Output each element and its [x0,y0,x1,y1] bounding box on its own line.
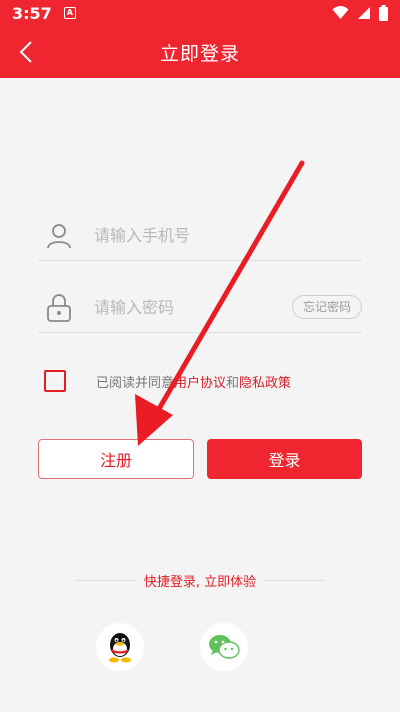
notification-icon: A [63,7,76,19]
divider-line-right [264,579,325,581]
forgot-password-button[interactable]: 忘记密码 [291,295,362,319]
back-button[interactable] [12,38,40,66]
agreement-text: 已阅读并同意用户协议和隐私政策 [96,372,291,391]
status-time: 3:57 [12,3,52,23]
lock-icon [40,289,78,327]
signal-icon [358,7,370,19]
agreement-prefix: 已阅读并同意 [96,375,175,391]
wifi-icon [332,6,349,19]
privacy-policy-link[interactable]: 隐私政策 [239,376,291,391]
wechat-login-button[interactable] [200,623,248,671]
user-icon [40,217,78,255]
agreement-checkbox[interactable] [44,370,66,392]
register-button[interactable]: 注册 [38,439,194,479]
chevron-left-icon [19,41,32,63]
qq-login-button[interactable] [96,623,144,671]
agreement-row: 已阅读并同意用户协议和隐私政策 [44,370,291,392]
battery-icon [379,5,388,21]
login-button[interactable]: 登录 [207,439,362,479]
quick-login-divider: 快捷登录, 立即体验 [76,570,325,590]
phone-field [38,211,362,261]
password-input[interactable] [94,298,274,317]
user-agreement-link[interactable]: 用户协议 [174,376,226,391]
annotation-arrow [135,160,305,446]
phone-input[interactable] [94,226,274,245]
qq-icon [109,633,131,663]
wechat-icon [209,635,240,659]
password-field: 忘记密码 [38,283,362,333]
page-title: 立即登录 [159,42,240,65]
agreement-conjunction: 和 [226,375,240,391]
divider-line-left [76,579,136,581]
status-icons [332,5,388,21]
status-bar: 3:57 A [0,0,400,26]
app-bar: 立即登录 [0,26,400,78]
quick-login-label: 快捷登录, 立即体验 [143,574,257,590]
